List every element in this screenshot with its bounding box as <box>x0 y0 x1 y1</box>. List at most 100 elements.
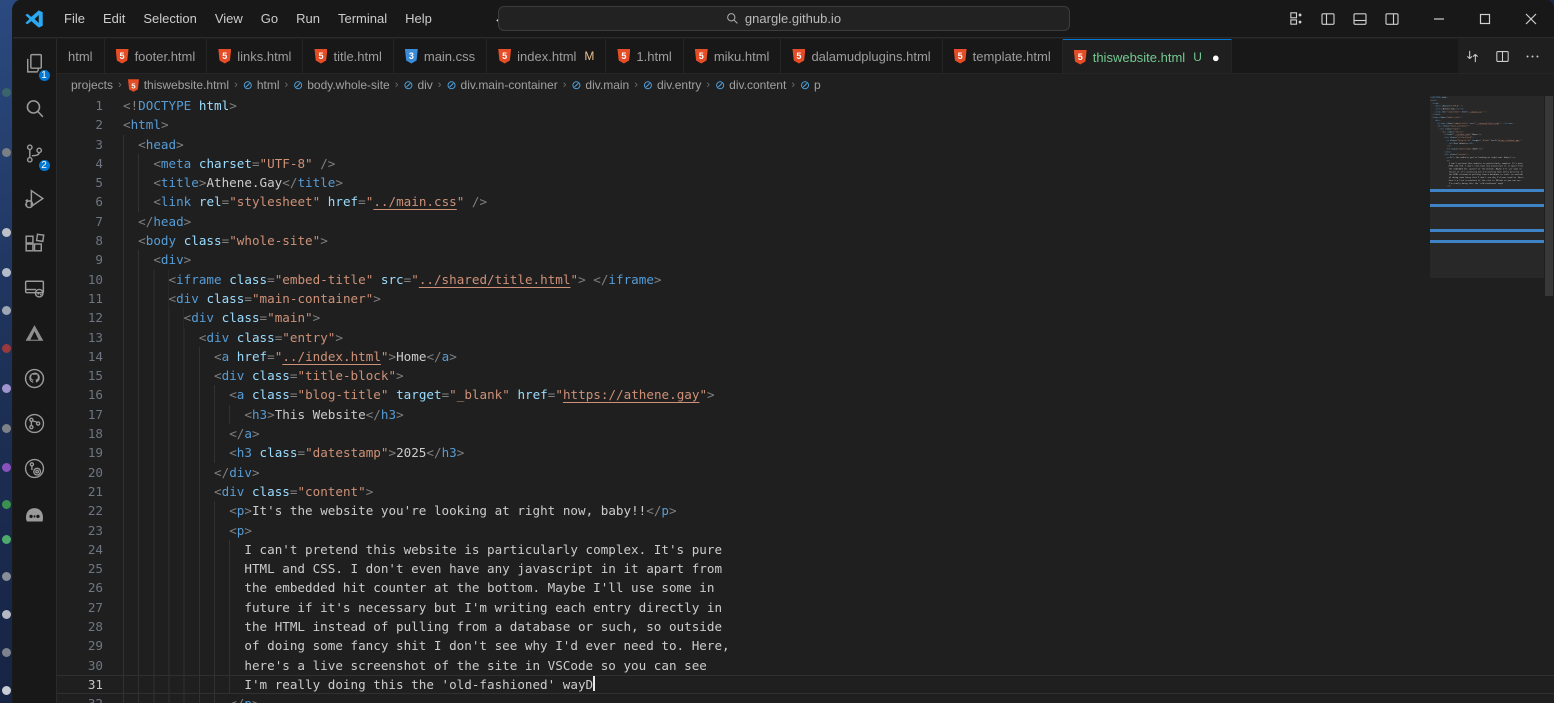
minimize-button[interactable] <box>1416 0 1462 37</box>
activity-item-github[interactable] <box>15 360 55 402</box>
code-line[interactable]: 27future if it's necessary but I'm writi… <box>57 598 1554 617</box>
code-line[interactable]: 32</p> <box>57 694 1554 703</box>
breadcrumb-item-projects[interactable]: projects <box>71 78 113 92</box>
code-line[interactable]: 2<html> <box>57 115 1554 134</box>
tab-thiswebsite-html[interactable]: 5thiswebsite.htmlU● <box>1063 39 1232 73</box>
breadcrumb-item-div-content[interactable]: ⊘div.content <box>715 78 786 92</box>
more-actions-icon[interactable] <box>1518 43 1546 69</box>
breadcrumb-label: projects <box>71 78 113 92</box>
toggle-panel-icon[interactable] <box>1346 6 1374 32</box>
line-number: 18 <box>57 424 123 443</box>
activity-item-godot[interactable] <box>15 495 55 537</box>
tab-miku-html[interactable]: 5miku.html <box>684 39 782 73</box>
breadcrumb-item-p[interactable]: ⊘p <box>800 78 821 92</box>
tab-index-html[interactable]: 5index.htmlM <box>487 39 606 73</box>
code-line[interactable]: 9<div> <box>57 250 1554 269</box>
code-line[interactable]: 29of doing some fancy shit I don't see w… <box>57 636 1554 655</box>
code-line[interactable]: 8<body class="whole-site"> <box>57 231 1554 250</box>
menu-go[interactable]: Go <box>252 7 287 30</box>
toggle-primary-sidebar-icon[interactable] <box>1314 6 1342 32</box>
menu-view[interactable]: View <box>206 7 252 30</box>
activity-item-explorer[interactable]: 1 <box>15 45 55 87</box>
close-button[interactable] <box>1508 0 1554 37</box>
code-line[interactable]: 28the HTML instead of pulling from a dat… <box>57 617 1554 636</box>
maximize-button[interactable] <box>1462 0 1508 37</box>
activity-item-source-control[interactable]: 2 <box>15 135 55 177</box>
code-token <box>199 289 207 308</box>
unsaved-dot-icon[interactable]: ● <box>1212 50 1220 65</box>
code-line[interactable]: 14<a href="../index.html">Home</a> <box>57 347 1554 366</box>
code-line[interactable]: 30here's a live screenshot of the site i… <box>57 656 1554 675</box>
code-token: < <box>153 192 161 211</box>
code-token: head <box>153 212 183 231</box>
code-line[interactable]: 6<link rel="stylesheet" href="../main.cs… <box>57 192 1554 211</box>
code-line[interactable]: 1<!DOCTYPE html> <box>57 96 1554 115</box>
code-line[interactable]: 24I can't pretend this website is partic… <box>57 540 1554 559</box>
menu-selection[interactable]: Selection <box>134 7 205 30</box>
code-token <box>244 385 252 404</box>
code-line[interactable]: 19<h3 class="datestamp">2025</h3> <box>57 443 1554 462</box>
code-line[interactable]: 20</div> <box>57 463 1554 482</box>
code-token: > <box>320 231 328 250</box>
activity-item-gitlens[interactable] <box>15 450 55 492</box>
code-line[interactable]: 26the embedded hit counter at the bottom… <box>57 578 1554 597</box>
split-editor-icon[interactable] <box>1488 43 1516 69</box>
code-token: < <box>138 231 146 250</box>
activity-item-triangle-extension[interactable] <box>15 315 55 357</box>
tab-footer-html[interactable]: 5footer.html <box>105 39 208 73</box>
code-line[interactable]: 25HTML and CSS. I don't even have any ja… <box>57 559 1554 578</box>
code-line[interactable]: 12<div class="main"> <box>57 308 1554 327</box>
activity-item-search[interactable] <box>15 90 55 132</box>
code-line[interactable]: 22<p>It's the website you're looking at … <box>57 501 1554 520</box>
indent-guides <box>123 617 244 636</box>
tab-title-html[interactable]: 5title.html <box>303 39 393 73</box>
scrollbar-thumb[interactable] <box>1545 96 1553 296</box>
breadcrumb-item-body-whole-site[interactable]: ⊘body.whole-site <box>293 78 390 92</box>
activity-item-extensions[interactable] <box>15 225 55 267</box>
menu-file[interactable]: File <box>55 7 94 30</box>
activity-item-run-debug[interactable] <box>15 180 55 222</box>
tab-links-html[interactable]: 5links.html <box>207 39 303 73</box>
code-line[interactable]: 31I'm really doing this the 'old-fashion… <box>57 675 1554 694</box>
menu-help[interactable]: Help <box>396 7 441 30</box>
customize-layout-icon[interactable] <box>1282 6 1310 32</box>
toggle-secondary-sidebar-icon[interactable] <box>1378 6 1406 32</box>
code-line[interactable]: 15<div class="title-block"> <box>57 366 1554 385</box>
activity-item-git-graph[interactable] <box>15 405 55 447</box>
menu-terminal[interactable]: Terminal <box>329 7 396 30</box>
breadcrumb-item-div-main-container[interactable]: ⊘div.main-container <box>446 78 557 92</box>
tab-1-html[interactable]: 51.html <box>606 39 683 73</box>
code-line[interactable]: 13<div class="entry"> <box>57 328 1554 347</box>
code-line[interactable]: 23<p> <box>57 521 1554 540</box>
activity-item-remote-explorer[interactable] <box>15 270 55 312</box>
code-line[interactable]: 11<div class="main-container"> <box>57 289 1554 308</box>
code-line[interactable]: 10<iframe class="embed-title" src="../sh… <box>57 270 1554 289</box>
code-token: head <box>146 135 176 154</box>
code-line[interactable]: 3<head> <box>57 135 1554 154</box>
breadcrumb-item-thiswebsite-html[interactable]: 5thiswebsite.html <box>127 78 229 93</box>
tab-template-html[interactable]: 5template.html <box>943 39 1063 73</box>
breadcrumb-item-div-entry[interactable]: ⊘div.entry <box>643 78 702 92</box>
minimap[interactable]: <!DOCTYPE html><html> <head> <meta chars… <box>1430 96 1544 703</box>
code-line[interactable]: 5<title>Athene.Gay</title> <box>57 173 1554 192</box>
open-changes-icon[interactable] <box>1458 43 1486 69</box>
code-line[interactable]: 4<meta charset="UTF-8" /> <box>57 154 1554 173</box>
tab-html[interactable]: html <box>57 39 105 73</box>
command-center-search[interactable]: gnargle.github.io <box>498 6 1070 31</box>
line-number: 20 <box>57 463 123 482</box>
code-token <box>510 385 518 404</box>
code-line[interactable]: 21<div class="content"> <box>57 482 1554 501</box>
code-line[interactable]: 18</a> <box>57 424 1554 443</box>
vertical-scrollbar[interactable] <box>1544 96 1554 703</box>
code-line[interactable]: 16<a class="blog-title" target="_blank" … <box>57 385 1554 404</box>
code-line[interactable]: 7</head> <box>57 212 1554 231</box>
breadcrumb-item-div-main[interactable]: ⊘div.main <box>571 78 629 92</box>
code-editor[interactable]: 1<!DOCTYPE html>2<html>3<head>4<meta cha… <box>57 96 1554 703</box>
tab-main-css[interactable]: 3main.css <box>394 39 487 73</box>
code-line[interactable]: 17<h3>This Website</h3> <box>57 405 1554 424</box>
breadcrumb-item-html[interactable]: ⊘html <box>243 78 280 92</box>
menu-run[interactable]: Run <box>287 7 329 30</box>
breadcrumb-item-div[interactable]: ⊘div <box>403 78 432 92</box>
menu-edit[interactable]: Edit <box>94 7 134 30</box>
tab-dalamudplugins-html[interactable]: 5dalamudplugins.html <box>781 39 942 73</box>
